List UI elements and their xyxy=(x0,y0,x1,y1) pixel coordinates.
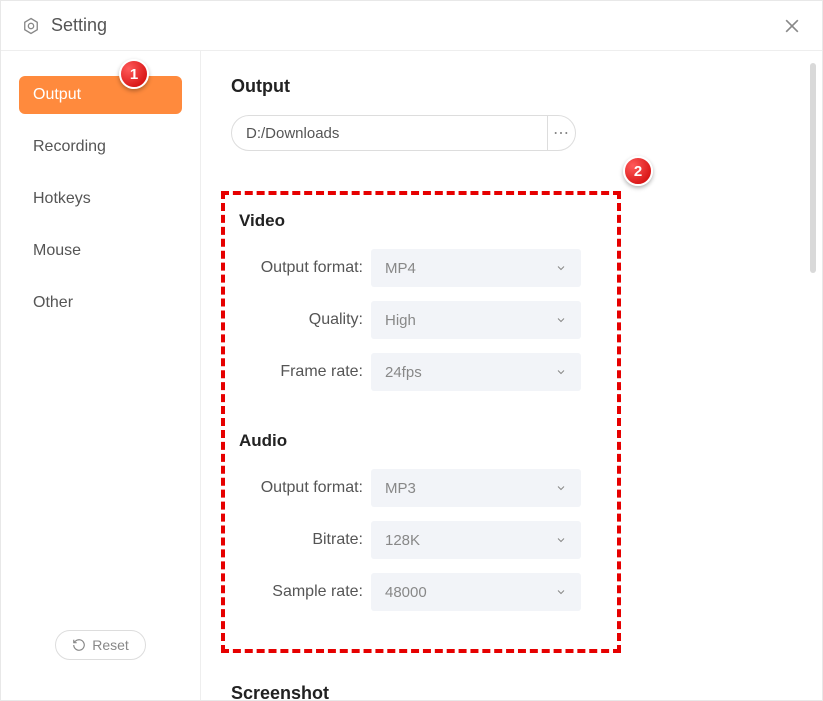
sidebar-items: Output Recording Hotkeys Mouse Other xyxy=(19,76,182,630)
audio-output-format-label: Output format: xyxy=(231,479,371,497)
reset-label: Reset xyxy=(92,637,129,653)
sidebar-item-other[interactable]: Other xyxy=(19,284,182,322)
video-section-title: Video xyxy=(239,211,603,231)
ellipsis-icon: ⋯ xyxy=(553,123,570,143)
sidebar-item-label: Output xyxy=(33,86,81,103)
badge-number: 2 xyxy=(634,163,642,180)
settings-title: Setting xyxy=(51,15,107,36)
audio-bitrate-label: Bitrate: xyxy=(231,531,371,549)
settings-header: Setting xyxy=(1,1,822,51)
sidebar-item-recording[interactable]: Recording xyxy=(19,128,182,166)
audio-output-format-select[interactable]: MP3 xyxy=(371,469,581,507)
reset-icon xyxy=(72,638,86,652)
header-left: Setting xyxy=(21,15,107,36)
highlighted-settings-box: Video Output format: MP4 Quality: High F… xyxy=(221,191,621,653)
chevron-down-icon xyxy=(555,482,567,494)
chevron-down-icon xyxy=(555,366,567,378)
chevron-down-icon xyxy=(555,586,567,598)
output-path-input[interactable] xyxy=(232,116,547,150)
audio-samplerate-row: Sample rate: 48000 xyxy=(231,573,603,611)
video-output-format-row: Output format: MP4 xyxy=(231,249,603,287)
body: Output Recording Hotkeys Mouse Other Res… xyxy=(1,51,822,700)
scrollbar-track[interactable] xyxy=(810,63,816,683)
sidebar-item-label: Mouse xyxy=(33,242,81,259)
audio-bitrate-select[interactable]: 128K xyxy=(371,521,581,559)
audio-samplerate-select[interactable]: 48000 xyxy=(371,573,581,611)
audio-section-title: Audio xyxy=(239,431,603,451)
sidebar-item-mouse[interactable]: Mouse xyxy=(19,232,182,270)
audio-samplerate-label: Sample rate: xyxy=(231,583,371,601)
video-framerate-label: Frame rate: xyxy=(231,363,371,381)
chevron-down-icon xyxy=(555,262,567,274)
screenshot-section-title: Screenshot xyxy=(231,683,792,700)
video-output-format-select[interactable]: MP4 xyxy=(371,249,581,287)
select-value: MP4 xyxy=(385,260,416,277)
select-value: High xyxy=(385,312,416,329)
video-quality-select[interactable]: High xyxy=(371,301,581,339)
select-value: 128K xyxy=(385,532,420,549)
close-icon[interactable] xyxy=(782,16,802,36)
audio-output-format-row: Output format: MP3 xyxy=(231,469,603,507)
reset-button[interactable]: Reset xyxy=(55,630,146,660)
select-value: 24fps xyxy=(385,364,422,381)
select-value: MP3 xyxy=(385,480,416,497)
video-quality-label: Quality: xyxy=(231,311,371,329)
sidebar-item-output[interactable]: Output xyxy=(19,76,182,114)
output-path-field: ⋯ xyxy=(231,115,576,151)
content: Output ⋯ Video Output format: MP4 Qualit… xyxy=(201,51,822,700)
select-value: 48000 xyxy=(385,584,427,601)
sidebar-item-label: Recording xyxy=(33,138,106,155)
output-section-title: Output xyxy=(231,76,792,97)
sidebar: Output Recording Hotkeys Mouse Other Res… xyxy=(1,51,201,700)
audio-bitrate-row: Bitrate: 128K xyxy=(231,521,603,559)
sidebar-item-label: Hotkeys xyxy=(33,190,91,207)
video-output-format-label: Output format: xyxy=(231,259,371,277)
sidebar-item-label: Other xyxy=(33,294,73,311)
video-framerate-row: Frame rate: 24fps xyxy=(231,353,603,391)
browse-button[interactable]: ⋯ xyxy=(547,116,575,150)
video-framerate-select[interactable]: 24fps xyxy=(371,353,581,391)
badge-number: 1 xyxy=(130,66,138,83)
chevron-down-icon xyxy=(555,534,567,546)
annotation-badge-2: 2 xyxy=(623,156,653,186)
gear-icon xyxy=(21,16,41,36)
scrollbar-thumb[interactable] xyxy=(810,63,816,273)
chevron-down-icon xyxy=(555,314,567,326)
video-quality-row: Quality: High xyxy=(231,301,603,339)
annotation-badge-1: 1 xyxy=(119,59,149,89)
sidebar-item-hotkeys[interactable]: Hotkeys xyxy=(19,180,182,218)
